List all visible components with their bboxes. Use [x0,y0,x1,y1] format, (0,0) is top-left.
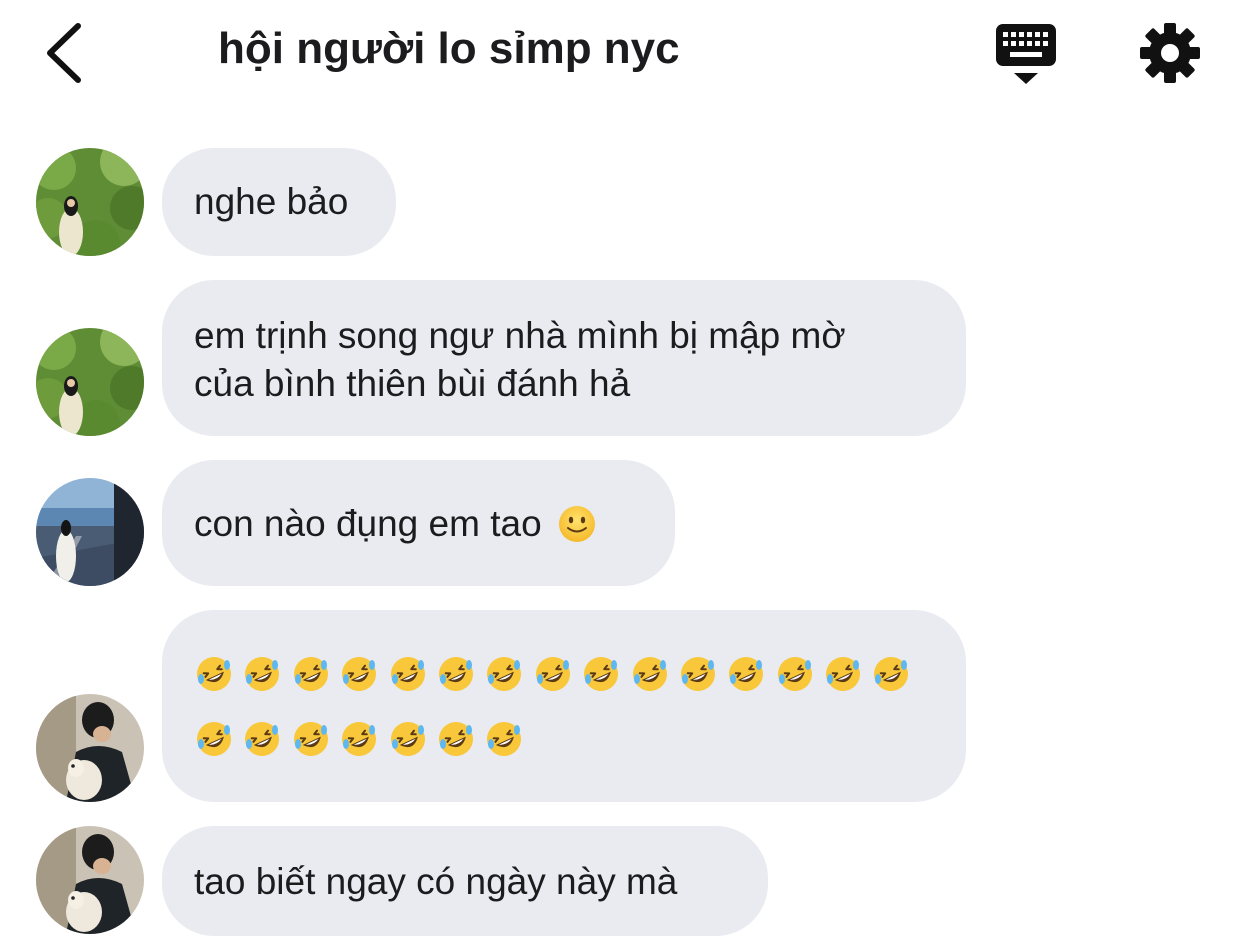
settings-button[interactable] [1139,22,1201,84]
rolling-on-floor-laughing-emoji [438,722,473,756]
message-text: con nào đụng em tao [194,503,542,544]
rolling-on-floor-laughing-emoji [390,657,425,691]
rolling-on-floor-laughing-emoji [487,657,522,691]
avatar[interactable] [36,694,144,802]
keyboard-icon [996,24,1056,84]
back-button[interactable] [38,18,98,88]
rolling-on-floor-laughing-emoji [826,657,861,691]
rolling-on-floor-laughing-emoji [245,657,280,691]
emoji-row [194,719,934,759]
rolling-on-floor-laughing-emoji [342,722,377,756]
avatar[interactable] [36,478,144,586]
rolling-on-floor-laughing-emoji [293,722,328,756]
rolling-on-floor-laughing-emoji [584,657,619,691]
avatar-boy-dog [36,694,144,802]
gear-icon [1140,23,1200,83]
rolling-on-floor-laughing-emoji [390,722,425,756]
rolling-on-floor-laughing-emoji [245,722,280,756]
rolling-on-floor-laughing-emoji [874,657,909,691]
rolling-on-floor-laughing-emoji [342,657,377,691]
avatar[interactable] [36,826,144,934]
message-bubble[interactable]: con nào đụng em tao [162,460,675,586]
avatar[interactable] [36,148,144,256]
slightly-smiling-face-emoji [558,506,595,542]
message-bubble[interactable]: tao biết ngay có ngày này mà [162,826,768,936]
avatar-girl-garden [36,148,144,256]
rolling-on-floor-laughing-emoji [197,657,231,691]
emoji-message [194,654,934,759]
keyboard-button[interactable] [994,22,1058,86]
chat-header: hội người lo sỉmp nyc [0,0,1242,110]
avatar[interactable] [36,328,144,436]
message-text: nghe bảo [194,181,349,222]
message-bubble[interactable]: nghe bảo [162,148,396,256]
message-bubble[interactable] [162,610,966,802]
emoji-row [194,654,934,694]
rolling-on-floor-laughing-emoji [535,657,570,691]
rolling-on-floor-laughing-emoji [293,657,328,691]
chat-screen: hội người lo sỉmp nyc nghe bảo em trịnh … [0,0,1242,949]
message-bubble[interactable]: em trịnh song ngư nhà mình bị mập mờ của… [162,280,966,436]
chat-title: hội người lo sỉmp nyc [218,24,680,73]
message-text: tao biết ngay có ngày này mà [194,861,678,902]
rolling-on-floor-laughing-emoji [438,657,473,691]
rolling-on-floor-laughing-emoji [487,722,522,756]
avatar-boy-dog [36,826,144,934]
rolling-on-floor-laughing-emoji [680,657,715,691]
avatar-girl-street [36,478,144,586]
chevron-left-icon [47,23,81,83]
rolling-on-floor-laughing-emoji [729,657,764,691]
rolling-on-floor-laughing-emoji [632,657,667,691]
rolling-on-floor-laughing-emoji [777,657,812,691]
rolling-on-floor-laughing-emoji [197,722,231,756]
message-text: em trịnh song ngư nhà mình bị mập mờ của… [194,315,846,404]
avatar-girl-garden [36,328,144,436]
